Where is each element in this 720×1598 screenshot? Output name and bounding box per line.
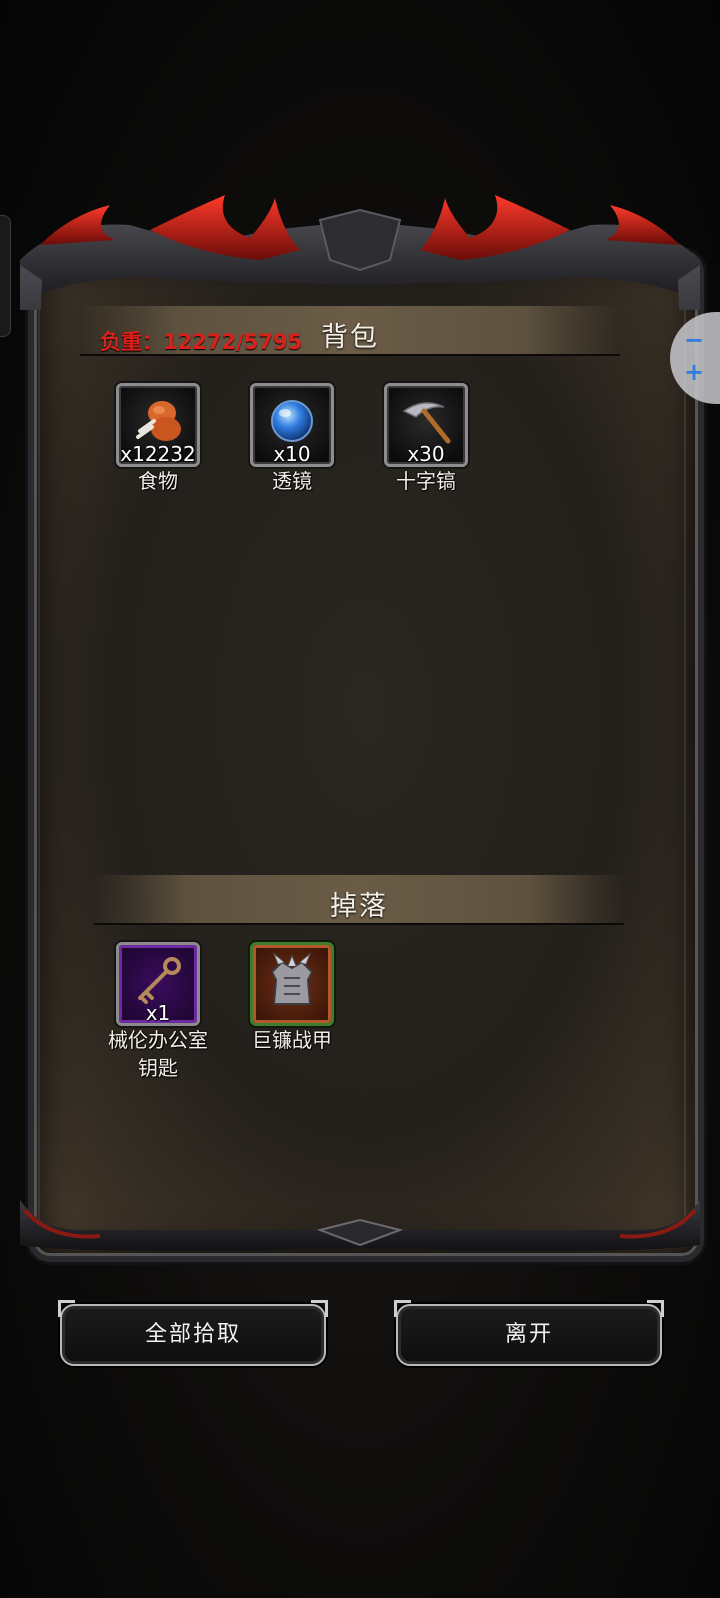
item-slot[interactable]: x10 (250, 383, 334, 467)
loot-header: 掉落 (94, 875, 624, 925)
armor-icon (270, 952, 314, 1005)
weight-indicator: 负重：12272/5795 (100, 330, 303, 354)
loot-item-key[interactable]: x1 械伦办公室 钥匙 (93, 942, 223, 1082)
item-slot[interactable] (250, 942, 334, 1026)
item-name: 十字镐 (396, 469, 456, 493)
item-name: 透镜 (272, 469, 312, 493)
loot-title: 掉落 (330, 891, 388, 922)
item-quantity: x30 (407, 442, 445, 466)
inventory-item-food[interactable]: x12232 食物 (93, 383, 223, 495)
top-ornament (20, 195, 700, 310)
leave-button[interactable]: 离开 (394, 1300, 664, 1366)
loot-item-armor[interactable]: 巨镰战甲 (227, 942, 357, 1054)
item-name: 食物 (138, 469, 178, 493)
item-slot[interactable]: x1 (116, 942, 200, 1026)
zoom-out-icon[interactable]: − (684, 326, 704, 354)
side-handle[interactable] (0, 215, 11, 337)
pickup-all-button[interactable]: 全部拾取 (58, 1300, 328, 1366)
item-name: 械伦办公室 钥匙 (108, 1028, 208, 1080)
item-quantity: x12232 (120, 442, 196, 466)
bottom-ornament (20, 1200, 700, 1251)
item-slot[interactable]: x30 (384, 383, 468, 467)
item-quantity: x10 (273, 442, 311, 466)
item-name: 巨镰战甲 (252, 1028, 332, 1052)
zoom-in-icon[interactable]: + (684, 358, 704, 386)
item-slot[interactable]: x12232 (116, 383, 200, 467)
inventory-item-pickaxe[interactable]: x30 十字镐 (361, 383, 491, 495)
inventory-item-lens[interactable]: x10 透镜 (227, 383, 357, 495)
item-quantity: x1 (145, 1001, 171, 1025)
